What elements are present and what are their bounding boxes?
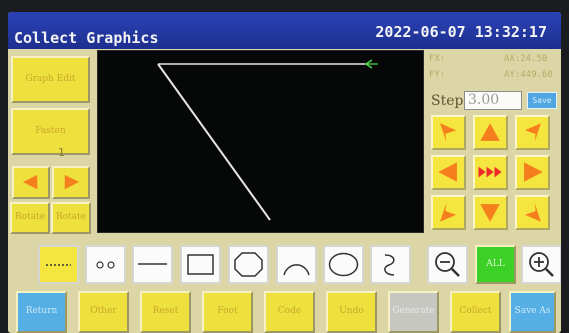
move-up-left-button[interactable] (431, 115, 466, 150)
traced-path (157, 59, 378, 221)
zoom-all-button[interactable]: ALL (475, 245, 516, 284)
tool-curve[interactable] (370, 245, 411, 284)
ay-readout: AY:449.60 (504, 70, 553, 80)
octagon-icon (234, 252, 263, 277)
arc-icon (283, 264, 310, 276)
tool-arc[interactable] (276, 245, 317, 284)
graphics-canvas[interactable] (97, 50, 424, 233)
return-button[interactable]: Return (16, 291, 67, 333)
next-button[interactable] (52, 166, 90, 199)
line-icon (138, 263, 167, 265)
tool-octagon[interactable] (228, 245, 269, 284)
arrow-down-left-icon (440, 203, 457, 222)
reset-button[interactable]: Reset (140, 291, 191, 333)
counter-value: 1 (58, 146, 65, 159)
code-button[interactable]: Code (264, 291, 315, 333)
move-left-button[interactable] (431, 155, 466, 190)
title-bar: Collect Graphics 2022-06-07 13:32:17 (8, 12, 561, 49)
arrow-right-icon (524, 162, 543, 182)
move-up-button[interactable] (473, 115, 508, 150)
move-right-button[interactable] (515, 155, 550, 190)
prev-button[interactable] (12, 166, 50, 199)
fy-label: FY: (429, 70, 446, 80)
fx-label: FX: (429, 54, 446, 64)
arrow-down-right-icon (524, 203, 541, 222)
curve-icon (384, 254, 395, 276)
arrow-left-icon (438, 162, 457, 182)
generate-button[interactable]: Generate (388, 291, 439, 333)
undo-button[interactable]: Undo (326, 291, 377, 333)
move-down-button[interactable] (473, 195, 508, 230)
date-time: 2022-06-07 13:32:17 (375, 23, 547, 41)
rotate-right-button[interactable]: Rotate (51, 202, 91, 234)
arrow-right-icon (64, 174, 80, 190)
collect-button[interactable]: Collect (450, 291, 501, 333)
rotate-left-button[interactable]: Rotate (10, 202, 50, 234)
move-down-left-button[interactable] (431, 195, 466, 230)
move-down-right-button[interactable] (515, 195, 550, 230)
arrow-up-left-icon (440, 123, 457, 142)
tool-dotted-line[interactable] (38, 245, 79, 284)
ax-readout: AX:24.50 (504, 54, 548, 64)
two-points-icon (96, 261, 115, 269)
step-label: Step (431, 93, 464, 109)
step-save-button[interactable]: Save (527, 92, 557, 109)
tool-line[interactable] (132, 245, 173, 284)
zoom-in-icon (529, 252, 554, 277)
ellipse-icon (328, 252, 359, 277)
window-title: Collect Graphics (14, 29, 159, 47)
arrow-up-right-icon (524, 123, 541, 142)
machine-screen: Collect Graphics 2022-06-07 13:32:17 Gra… (8, 12, 561, 333)
arrow-left-icon (22, 174, 38, 190)
rectangle-icon (187, 254, 214, 275)
tool-rectangle[interactable] (180, 245, 221, 284)
other-button[interactable]: Other (78, 291, 129, 333)
tool-points[interactable] (85, 245, 126, 284)
zoom-in-button[interactable] (521, 245, 561, 284)
tool-ellipse[interactable] (323, 245, 364, 284)
graph-edit-button[interactable]: Graph Edit (11, 56, 90, 103)
move-up-right-button[interactable] (515, 115, 550, 150)
dotted-line-icon (46, 264, 71, 266)
step-input[interactable]: 3.00 (464, 91, 522, 110)
save-as-button[interactable]: Save As (509, 291, 556, 333)
foot-button[interactable]: Foot (202, 291, 253, 333)
fasten-button[interactable]: Fasten (11, 108, 90, 155)
arrow-down-icon (480, 204, 500, 222)
zoom-out-button[interactable] (427, 245, 468, 284)
fast-move-button[interactable] (473, 155, 508, 190)
zoom-out-icon (435, 252, 460, 277)
fast-forward-icon (478, 166, 502, 178)
arrow-up-icon (480, 123, 500, 141)
